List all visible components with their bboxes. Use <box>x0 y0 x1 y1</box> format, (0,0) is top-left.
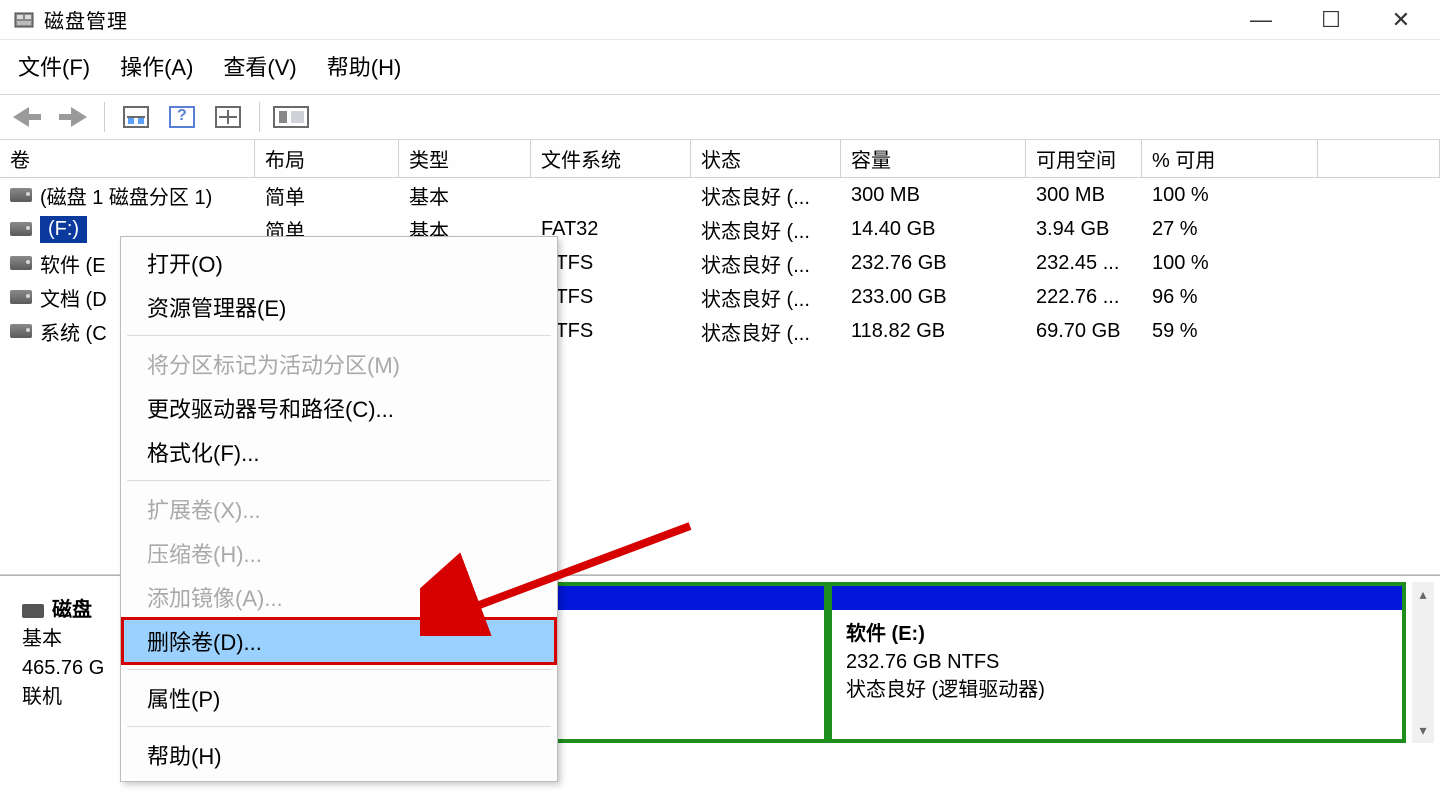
toolbar-btn-4[interactable] <box>270 99 312 135</box>
table-row[interactable]: (磁盘 1 磁盘分区 1) 简单 基本 状态良好 (... 300 MB 300… <box>0 178 1440 212</box>
cell-pct: 27 % <box>1142 218 1318 241</box>
col-volume[interactable]: 卷 <box>0 140 255 177</box>
cm-add-mirror: 添加镜像(A)... <box>123 575 555 619</box>
drive-icon <box>10 290 32 304</box>
col-capacity[interactable]: 容量 <box>841 140 1026 177</box>
cell-volume: (F:) <box>40 216 87 243</box>
col-fs[interactable]: 文件系统 <box>531 140 691 177</box>
toolbar-btn-1[interactable] <box>115 99 157 135</box>
cell-free: 300 MB <box>1026 184 1142 207</box>
cell-free: 3.94 GB <box>1026 218 1142 241</box>
cell-volume: (磁盘 1 磁盘分区 1) <box>40 181 212 210</box>
cell-status: 状态良好 (... <box>691 249 841 278</box>
close-button[interactable]: ✕ <box>1366 1 1436 39</box>
col-pct[interactable]: % 可用 <box>1142 140 1318 177</box>
cell-status: 状态良好 (... <box>691 215 841 244</box>
cell-free: 222.76 ... <box>1026 286 1142 309</box>
cell-free: 232.45 ... <box>1026 252 1142 275</box>
back-button[interactable] <box>6 99 48 135</box>
volume-table-header: 卷 布局 类型 文件系统 状态 容量 可用空间 % 可用 <box>0 140 1440 178</box>
cm-format[interactable]: 格式化(F)... <box>123 430 555 474</box>
minimize-button[interactable]: — <box>1226 1 1296 39</box>
cell-status: 状态良好 (... <box>691 181 841 210</box>
toolbar-btn-3[interactable] <box>207 99 249 135</box>
cell-cap: 233.00 GB <box>841 286 1026 309</box>
cell-status: 状态良好 (... <box>691 317 841 346</box>
cell-type: 基本 <box>399 181 531 210</box>
cm-change-letter[interactable]: 更改驱动器号和路径(C)... <box>123 386 555 430</box>
toolbar-separator <box>259 102 260 132</box>
partition-status: 状态良好 (逻辑驱动器) <box>846 676 1388 704</box>
drive-icon <box>10 188 32 202</box>
cm-separator <box>127 480 551 481</box>
app-icon <box>14 10 34 30</box>
cell-pct: 96 % <box>1142 286 1318 309</box>
cm-help[interactable]: 帮助(H) <box>123 733 555 777</box>
menubar: 文件(F) 操作(A) 查看(V) 帮助(H) <box>0 40 1440 94</box>
cm-explorer[interactable]: 资源管理器(E) <box>123 285 555 329</box>
cm-separator <box>127 669 551 670</box>
partition-block[interactable]: 软件 (E:) 232.76 GB NTFS 状态良好 (逻辑驱动器) <box>828 582 1406 743</box>
col-free[interactable]: 可用空间 <box>1026 140 1142 177</box>
cm-separator <box>127 726 551 727</box>
arrow-left-icon <box>13 107 29 127</box>
window-controls: — ☐ ✕ <box>1226 1 1436 39</box>
toolbar-btn-help[interactable] <box>161 99 203 135</box>
partition-title: 软件 (E:) <box>846 620 1388 648</box>
cell-volume: 系统 (C <box>40 317 107 346</box>
grid-icon <box>215 106 241 128</box>
maximize-button[interactable]: ☐ <box>1296 1 1366 39</box>
cell-pct: 59 % <box>1142 320 1318 343</box>
drive-icon <box>10 256 32 270</box>
cm-delete-volume[interactable]: 删除卷(D)... <box>123 619 555 663</box>
cm-separator <box>127 335 551 336</box>
partition-header <box>832 586 1402 610</box>
menu-file[interactable]: 文件(F) <box>18 50 90 82</box>
cm-properties[interactable]: 属性(P) <box>123 676 555 720</box>
toolbar-separator <box>104 102 105 132</box>
vertical-scrollbar[interactable]: ▴ ▾ <box>1412 582 1434 743</box>
partition-size: 232.76 GB NTFS <box>846 648 1388 676</box>
cell-cap: 118.82 GB <box>841 320 1026 343</box>
cell-layout: 简单 <box>255 181 399 210</box>
cell-pct: 100 % <box>1142 252 1318 275</box>
cell-free: 69.70 GB <box>1026 320 1142 343</box>
scroll-up-icon: ▴ <box>1419 582 1426 607</box>
scroll-down-icon: ▾ <box>1419 718 1426 743</box>
cell-cap: 232.76 GB <box>841 252 1026 275</box>
help-icon <box>169 106 195 128</box>
col-spacer <box>1318 140 1440 177</box>
context-menu: 打开(O) 资源管理器(E) 将分区标记为活动分区(M) 更改驱动器号和路径(C… <box>120 236 558 782</box>
drive-icon <box>10 222 32 236</box>
cell-pct: 100 % <box>1142 184 1318 207</box>
cm-extend: 扩展卷(X)... <box>123 487 555 531</box>
maximize-icon: ☐ <box>1321 7 1341 33</box>
calendar-icon <box>123 106 149 128</box>
titlebar: 磁盘管理 — ☐ ✕ <box>0 0 1440 40</box>
col-layout[interactable]: 布局 <box>255 140 399 177</box>
col-status[interactable]: 状态 <box>691 140 841 177</box>
layout-icon <box>273 106 309 128</box>
menu-help[interactable]: 帮助(H) <box>327 50 402 82</box>
disk-label: 磁盘 <box>52 599 92 621</box>
close-icon: ✕ <box>1392 7 1410 33</box>
cm-mark-active: 将分区标记为活动分区(M) <box>123 342 555 386</box>
col-type[interactable]: 类型 <box>399 140 531 177</box>
minimize-icon: — <box>1250 7 1272 33</box>
cell-cap: 14.40 GB <box>841 218 1026 241</box>
cm-shrink: 压缩卷(H)... <box>123 531 555 575</box>
cell-cap: 300 MB <box>841 184 1026 207</box>
drive-icon <box>10 324 32 338</box>
menu-action[interactable]: 操作(A) <box>120 50 193 82</box>
cm-open[interactable]: 打开(O) <box>123 241 555 285</box>
window-title: 磁盘管理 <box>44 5 128 34</box>
cell-volume: 软件 (E <box>40 249 106 278</box>
forward-button[interactable] <box>52 99 94 135</box>
cell-status: 状态良好 (... <box>691 283 841 312</box>
disk-icon <box>22 604 44 618</box>
toolbar <box>0 94 1440 140</box>
menu-view[interactable]: 查看(V) <box>223 50 296 82</box>
cell-volume: 文档 (D <box>40 283 107 312</box>
arrow-right-icon <box>71 107 87 127</box>
